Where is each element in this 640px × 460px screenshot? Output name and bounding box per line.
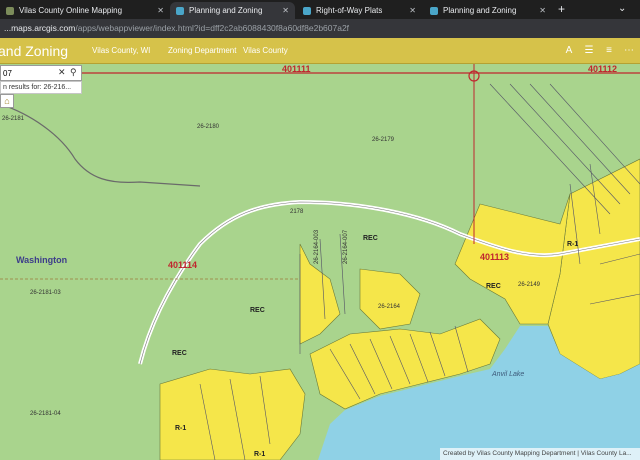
search-widget: ✕ ⚲ (0, 65, 82, 81)
menu-icon[interactable]: ≡ (601, 43, 617, 59)
section-label: 401113 (480, 252, 509, 262)
close-icon[interactable]: ✕ (539, 6, 546, 15)
zone-label: REC (486, 283, 501, 290)
residential-zone-center (299, 243, 341, 345)
search-icon[interactable]: ⚲ (70, 67, 77, 78)
url-text[interactable]: ...maps.arcgis.com/apps/webappviewer/ind… (4, 22, 349, 35)
zone-label: REC (172, 350, 187, 357)
parcel-label: 26-2181-03 (30, 290, 61, 296)
section-label: 401112 (588, 64, 617, 74)
tab-planning-zoning-2[interactable]: Planning and Zoning ✕ (424, 2, 552, 19)
tab-online-mapping[interactable]: Vilas County Online Mapping ✕ (0, 2, 170, 19)
zoning-department-link[interactable]: Zoning Department (168, 46, 236, 55)
town-label: Washington (16, 255, 67, 265)
lake-label: Anvil Lake (491, 371, 524, 378)
parcel-label: 26-2164-007 (343, 229, 349, 264)
arcgis-icon (430, 6, 438, 15)
font-size-icon[interactable]: A (561, 43, 577, 59)
browser-tab-strip: Vilas County Online Mapping ✕ Planning a… (0, 0, 640, 19)
home-icon[interactable]: ⌂ (0, 94, 14, 108)
parcel-line (509, 83, 621, 205)
road-label: 2178 (290, 209, 304, 215)
parcel-map: 401111 401112 401114 401113 Washington A… (0, 64, 640, 460)
trail (0, 103, 201, 187)
arcgis-icon (303, 6, 311, 15)
zone-label: R-1 (254, 451, 265, 458)
parcel-label: 26-2181 (2, 116, 25, 122)
parcel-label: 26-2164-003 (314, 229, 320, 264)
zone-label: REC (363, 235, 378, 242)
tab-right-of-way[interactable]: Right-of-Way Plats ✕ (297, 2, 422, 19)
map-view[interactable]: 401111 401112 401114 401113 Washington A… (0, 64, 640, 460)
zone-label: R-1 (567, 241, 578, 248)
residential-zone-southwest (159, 368, 306, 460)
map-icon (6, 6, 14, 15)
app-title: and Zoning (0, 43, 69, 59)
tab-planning-zoning[interactable]: Planning and Zoning ✕ (170, 2, 295, 19)
close-icon[interactable]: ✕ (157, 6, 164, 15)
parcel-label: 26-2180 (197, 124, 220, 130)
search-suggestion[interactable]: n results for: 26-216... (0, 81, 82, 94)
section-label: 401114 (168, 260, 197, 270)
url-path: /apps/webappviewer/index.html?id=dff2c2a… (75, 23, 350, 33)
residential-zone-northeast (454, 193, 571, 325)
section-label: 401111 (282, 64, 311, 74)
tab-label: Vilas County Online Mapping (19, 6, 123, 15)
app-header: and Zoning Vilas County, WI Zoning Depar… (0, 38, 640, 64)
tab-label: Planning and Zoning (443, 6, 517, 15)
vilas-county-link[interactable]: Vilas County (243, 46, 288, 55)
map-attribution: Created by Vilas County Mapping Departme… (440, 448, 640, 460)
more-icon[interactable]: ⋯ (621, 43, 637, 59)
close-icon[interactable]: ✕ (282, 6, 289, 15)
parcel-line (489, 83, 611, 215)
county-label: Vilas County, WI (92, 46, 151, 55)
tab-label: Planning and Zoning (189, 6, 263, 15)
zone-label: R-1 (175, 425, 186, 432)
parcel-label: 26-2149 (518, 282, 541, 288)
parcel-label: 26-2164 (378, 304, 401, 310)
url-host: ...maps.arcgis.com (4, 23, 76, 33)
close-icon[interactable]: ✕ (409, 6, 416, 15)
layer-list-icon[interactable]: ☰ (581, 43, 597, 59)
arcgis-icon (176, 6, 184, 15)
tab-search-button[interactable]: ⌄ (618, 3, 626, 14)
tab-label: Right-of-Way Plats (316, 6, 383, 15)
clear-icon[interactable]: ✕ (58, 67, 66, 78)
address-bar[interactable]: ...maps.arcgis.com/apps/webappviewer/ind… (0, 19, 640, 38)
parcel-line (529, 83, 631, 195)
zone-label: REC (250, 307, 265, 314)
parcel-label: 26-2179 (372, 137, 395, 143)
parcel-line (549, 83, 640, 185)
residential-zone-center-2 (359, 268, 421, 330)
new-tab-button[interactable]: + (558, 2, 565, 16)
search-input[interactable] (3, 67, 57, 79)
parcel-label: 26-2181-04 (30, 411, 61, 417)
